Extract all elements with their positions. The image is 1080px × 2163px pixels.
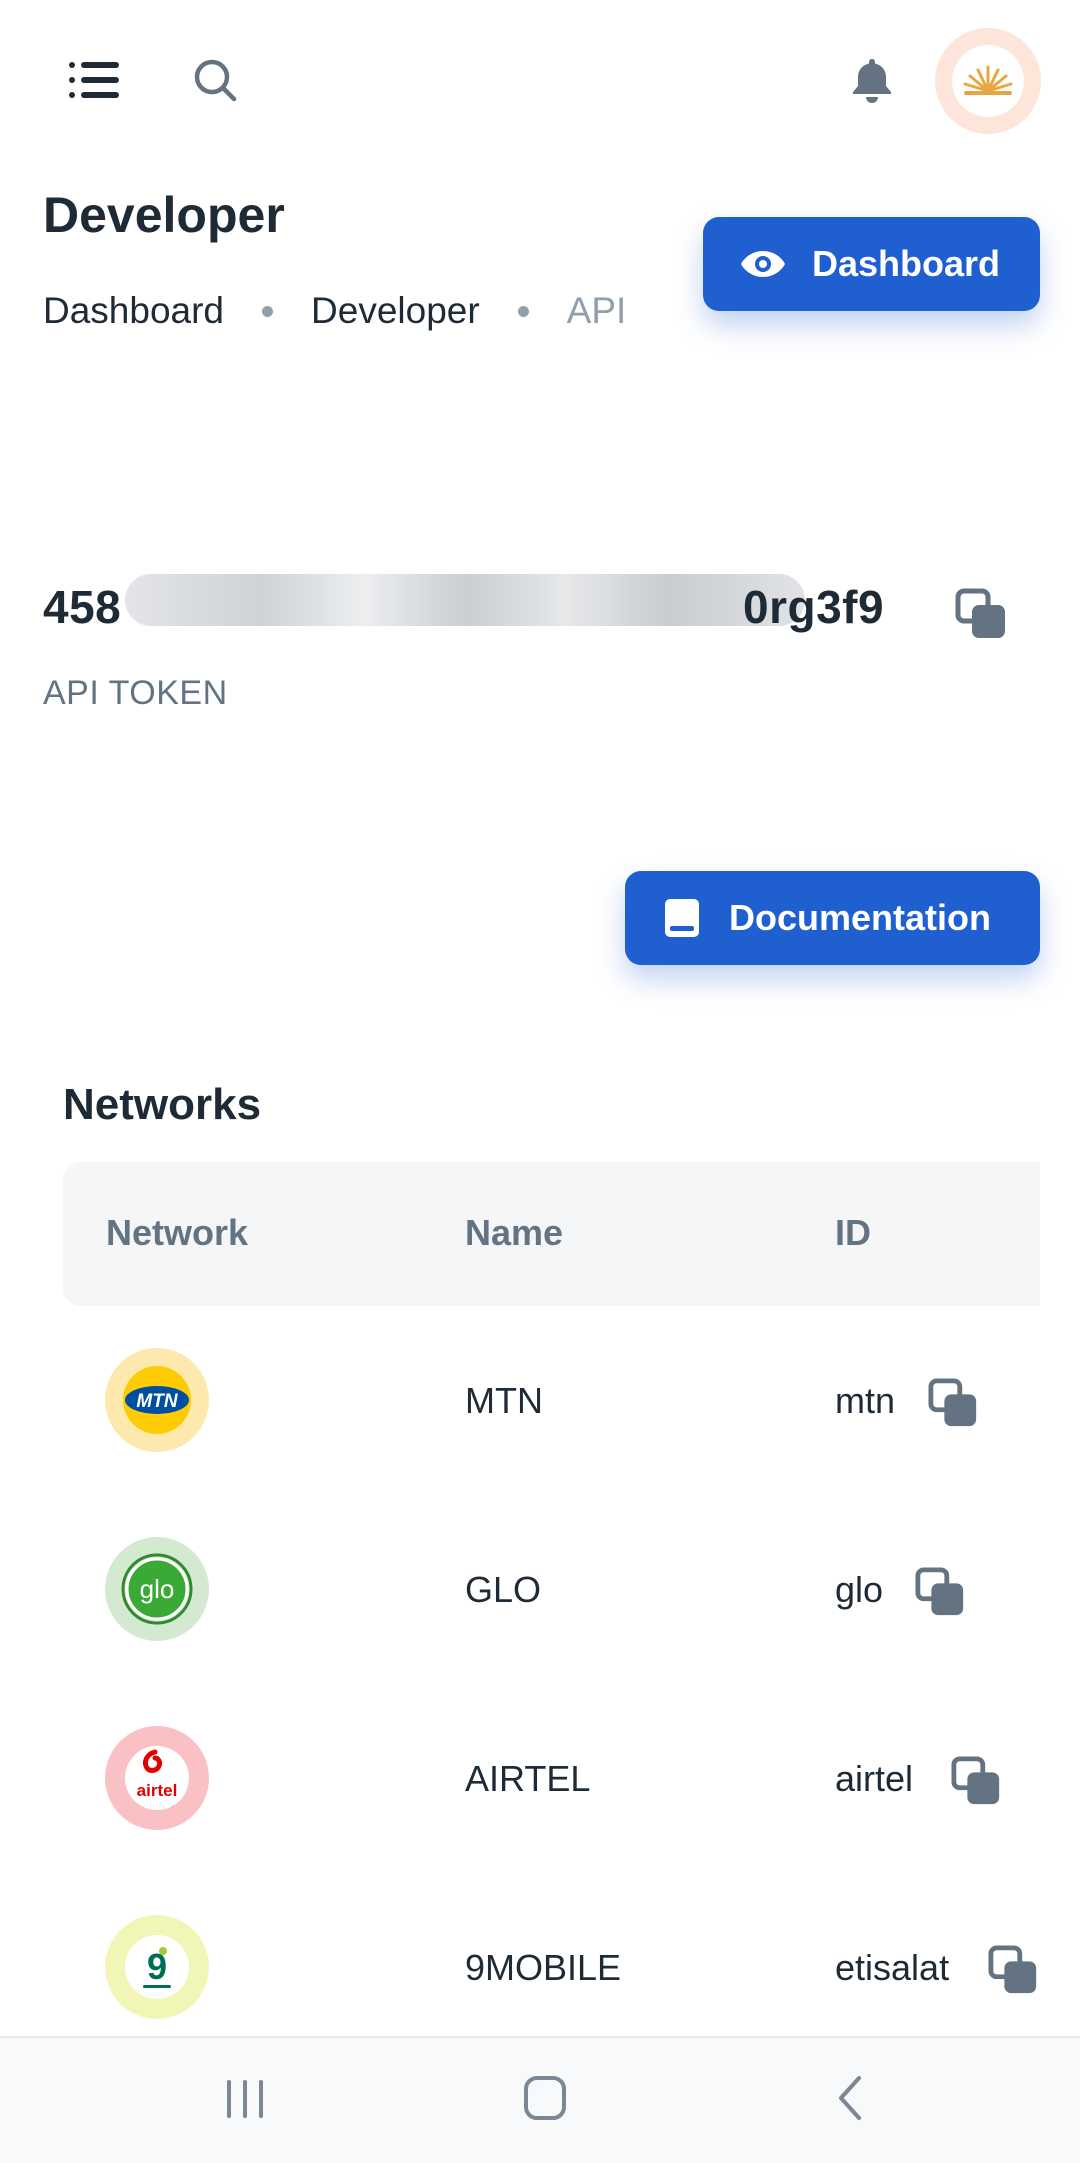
- search-icon: [194, 59, 237, 102]
- menu-button[interactable]: [60, 50, 130, 110]
- eye-icon: [740, 249, 786, 279]
- documentation-button-label: Documentation: [729, 897, 992, 938]
- network-name: 9MOBILE: [465, 1947, 622, 1988]
- avatar-logo-icon: [963, 65, 1013, 95]
- mtn-logo: MTN: [105, 1348, 209, 1452]
- network-id: airtel: [835, 1758, 914, 1799]
- copy-id-button[interactable]: [988, 1945, 1040, 2002]
- breadcrumb-separator: [262, 305, 274, 317]
- api-token: 458 0rg3f9: [43, 574, 893, 640]
- back-icon: [839, 2076, 861, 2120]
- dashboard-button-label: Dashboard: [812, 243, 1001, 284]
- recent-apps-icon: [227, 2080, 263, 2118]
- network-name: MTN: [465, 1380, 543, 1421]
- copy-icon: [988, 1945, 1037, 1994]
- copy-id-button[interactable]: [951, 1756, 1003, 1813]
- recent-apps-button[interactable]: [210, 2068, 280, 2128]
- table-row: MTN MTN mtn: [63, 1306, 1040, 1495]
- api-token-label: API TOKEN: [43, 674, 228, 712]
- copy-token-button[interactable]: [955, 588, 1009, 647]
- network-id: glo: [835, 1569, 884, 1610]
- mtn-logo-text: MTN: [136, 1391, 178, 1412]
- back-button[interactable]: [815, 2068, 885, 2128]
- network-id: mtn: [835, 1380, 896, 1421]
- glo-logo-text: glo: [140, 1574, 175, 1604]
- search-button[interactable]: [185, 50, 245, 110]
- table-row: glo GLO glo: [63, 1495, 1040, 1684]
- menu-icon: [69, 62, 119, 98]
- column-network: Network: [106, 1212, 249, 1253]
- copy-icon: [928, 1378, 977, 1427]
- networks-table-header: Network Name ID: [63, 1162, 1040, 1306]
- book-icon: [665, 899, 699, 937]
- copy-icon: [915, 1567, 964, 1616]
- copy-id-button[interactable]: [928, 1378, 980, 1435]
- notifications-button[interactable]: [842, 50, 902, 110]
- documentation-button[interactable]: Documentation: [625, 871, 1040, 965]
- network-name: AIRTEL: [465, 1758, 591, 1799]
- network-id: etisalat: [835, 1947, 950, 1988]
- breadcrumb-developer[interactable]: Developer: [311, 290, 480, 332]
- breadcrumb-api: API: [566, 290, 627, 331]
- breadcrumb-separator: [517, 305, 529, 317]
- bell-icon: [853, 59, 891, 103]
- copy-icon: [951, 1756, 1000, 1805]
- copy-icon: [955, 588, 1005, 638]
- avatar[interactable]: [935, 28, 1041, 134]
- system-navigation-bar: [0, 2036, 1080, 2163]
- airtel-logo: airtel: [105, 1726, 209, 1830]
- home-button[interactable]: [510, 2068, 580, 2128]
- page-title: Developer: [43, 187, 285, 243]
- column-id: ID: [835, 1212, 871, 1253]
- home-icon: [524, 2076, 566, 2120]
- 9mobile-logo: 9: [105, 1915, 209, 2019]
- table-row: 9 9MOBILE etisalat: [63, 1873, 1040, 2062]
- api-token-start: 458: [43, 581, 122, 633]
- api-token-redaction: [125, 574, 805, 626]
- dashboard-button[interactable]: Dashboard: [703, 217, 1040, 311]
- column-name: Name: [465, 1212, 564, 1253]
- network-name: GLO: [465, 1569, 542, 1610]
- airtel-logo-text: airtel: [137, 1781, 178, 1800]
- copy-id-button[interactable]: [915, 1567, 967, 1624]
- breadcrumb-dashboard[interactable]: Dashboard: [43, 290, 224, 332]
- glo-logo: glo: [105, 1537, 209, 1641]
- networks-title: Networks: [63, 1080, 262, 1129]
- api-token-end: 0rg3f9: [743, 581, 885, 633]
- breadcrumb: Dashboard Developer API: [43, 290, 626, 332]
- table-row: airtel AIRTEL airtel: [63, 1684, 1040, 1873]
